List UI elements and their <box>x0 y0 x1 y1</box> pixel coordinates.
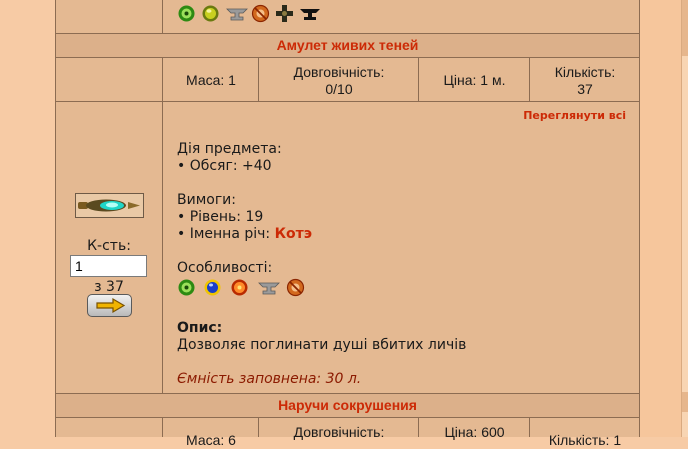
item-mass: Маса: 6 <box>186 432 236 448</box>
durability-label: Довговічність: <box>293 64 385 80</box>
no-repair-icon <box>286 278 305 297</box>
requirement-level: • Рівень: 19 <box>177 209 264 225</box>
divider <box>639 0 640 437</box>
description-heading: Опис: <box>177 320 223 336</box>
divider <box>55 393 640 394</box>
anvil-icon <box>225 4 249 23</box>
divider <box>162 57 163 393</box>
item-durability: Довговічність: <box>293 424 385 440</box>
items-table: Амулет живих теней Маса: 1 Довговічність… <box>55 0 640 448</box>
divider <box>258 417 259 437</box>
item-title[interactable]: Амулет живих теней <box>55 33 640 57</box>
view-all-link[interactable]: Переглянути всі <box>523 109 626 122</box>
action-heading: Дія предмета: <box>177 141 282 157</box>
count-label: Кількість: <box>554 64 616 80</box>
divider <box>529 57 530 101</box>
black-anvil-icon <box>298 4 322 23</box>
requirements-heading: Вимоги: <box>177 192 237 208</box>
divider <box>162 417 163 437</box>
divider <box>418 57 419 101</box>
divider <box>55 0 56 437</box>
named-label: • Іменна річ: <box>177 226 271 242</box>
named-owner[interactable]: Котэ <box>275 226 312 242</box>
item-price: Ціна: 600 <box>444 424 505 440</box>
amulet-image-icon <box>78 199 140 212</box>
scroll-strip[interactable] <box>681 0 688 437</box>
divider <box>418 417 419 437</box>
item-title[interactable]: Наручи сокрушения <box>55 393 640 417</box>
item-count: Кількість: 1 <box>548 432 622 448</box>
green-swirl-icon <box>177 278 196 297</box>
divider <box>258 57 259 101</box>
requirement-named: • Іменна річ: Котэ <box>177 226 312 243</box>
item-durability: Довговічність: 0/10 <box>259 64 419 98</box>
blue-orb-icon <box>203 278 222 297</box>
green-swirl-icon <box>177 4 196 23</box>
item-image[interactable] <box>75 193 144 218</box>
green-orb-icon <box>201 4 220 23</box>
description-text: Дозволяє поглинати душі вбитих личів <box>177 337 467 353</box>
action-line: • Обсяг: +40 <box>177 158 272 174</box>
features-heading: Особливості: <box>177 260 273 276</box>
red-orb-icon <box>230 278 249 297</box>
no-repair-icon <box>251 4 270 23</box>
arrow-right-icon <box>95 297 125 314</box>
divider <box>55 417 640 418</box>
divider <box>529 417 530 437</box>
divider <box>55 101 640 102</box>
divider <box>162 0 163 33</box>
go-button[interactable] <box>87 294 132 317</box>
item-count: Кількість: 37 <box>530 64 640 98</box>
divider <box>55 57 640 58</box>
anvil-icon <box>257 278 281 297</box>
count-value: 37 <box>577 81 593 97</box>
item-mass: Маса: 1 <box>186 72 236 88</box>
quantity-input[interactable] <box>70 255 147 277</box>
capacity-text: Ємність заповнена: 30 л. <box>177 371 362 387</box>
divider <box>55 33 640 34</box>
qty-label: К-сть: <box>87 238 131 254</box>
item-price: Ціна: 1 м. <box>443 72 506 88</box>
durability-value: 0/10 <box>325 81 353 97</box>
features-icons <box>177 278 317 298</box>
dark-cross-icon <box>275 4 294 23</box>
top-icons-row <box>163 0 640 33</box>
